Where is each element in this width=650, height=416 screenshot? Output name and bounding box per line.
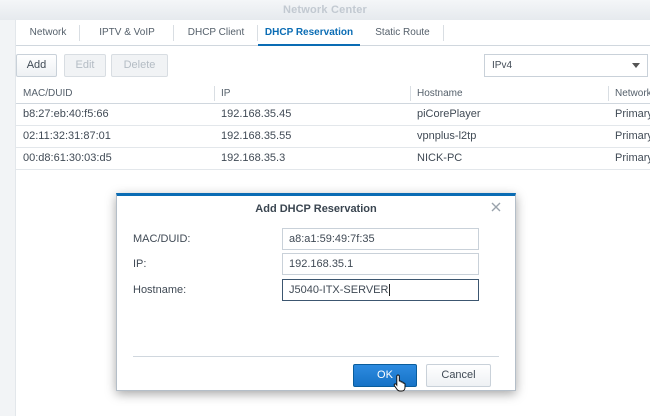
- tab-bar: Network IPTV & VoIP DHCP Client DHCP Res…: [16, 20, 650, 46]
- cell-network: Primary: [615, 130, 650, 142]
- reservation-table: MAC/DUID IP Hostname Network b8:27:eb:40…: [16, 83, 650, 173]
- table-row[interactable]: b8:27:eb:40:f5:66 192.168.35.45 piCorePl…: [16, 104, 650, 126]
- add-dhcp-reservation-dialog: Add DHCP Reservation MAC/DUID: a8:a1:59:…: [116, 193, 516, 392]
- ip-version-value: IPv4: [492, 60, 513, 71]
- cancel-button[interactable]: Cancel: [426, 364, 491, 387]
- tab-dhcp-reservation[interactable]: DHCP Reservation: [258, 20, 360, 46]
- hostname-label: Hostname:: [133, 284, 187, 296]
- window-title: Network Center: [0, 0, 650, 20]
- mac-label: MAC/DUID:: [133, 233, 191, 245]
- cell-ip: 192.168.35.3: [221, 152, 286, 164]
- cell-ip: 192.168.35.55: [221, 130, 292, 142]
- table-row[interactable]: 00:d8:61:30:03:d5 192.168.35.3 NICK-PC P…: [16, 148, 650, 170]
- table-header: MAC/DUID IP Hostname Network: [16, 83, 650, 104]
- tab-iptv-voip[interactable]: IPTV & VoIP: [80, 20, 174, 46]
- hand-cursor-icon: [393, 374, 406, 392]
- network-center-window: Network Center Network IPTV & VoIP DHCP …: [0, 0, 650, 416]
- cell-hostname: vpnplus-l2tp: [417, 130, 477, 142]
- table-row[interactable]: 02:11:32:31:87:01 192.168.35.55 vpnplus-…: [16, 126, 650, 148]
- ok-button[interactable]: OK: [353, 364, 417, 387]
- cell-hostname: piCorePlayer: [417, 108, 481, 120]
- text-cursor: [389, 284, 391, 297]
- ip-field[interactable]: 192.168.35.1: [282, 253, 479, 275]
- tab-network[interactable]: Network: [16, 20, 80, 46]
- dialog-title: Add DHCP Reservation: [255, 203, 377, 215]
- add-button[interactable]: Add: [16, 54, 57, 77]
- chevron-down-icon: [632, 63, 640, 68]
- cell-hostname: NICK-PC: [417, 152, 463, 164]
- column-header-mac[interactable]: MAC/DUID: [23, 83, 213, 104]
- cell-network: Primary: [615, 108, 650, 120]
- side-panel-edge: [0, 20, 16, 416]
- column-header-ip[interactable]: IP: [221, 83, 406, 104]
- column-header-network[interactable]: Network: [615, 83, 650, 104]
- edit-button[interactable]: Edit: [64, 54, 106, 77]
- column-divider: [410, 86, 411, 101]
- mac-field[interactable]: a8:a1:59:49:7f:35: [282, 228, 479, 250]
- column-header-hostname[interactable]: Hostname: [417, 83, 607, 104]
- cell-mac: b8:27:eb:40:f5:66: [23, 108, 109, 120]
- delete-button[interactable]: Delete: [111, 54, 168, 77]
- tab-static-route[interactable]: Static Route: [361, 20, 444, 46]
- column-divider: [608, 86, 609, 101]
- ip-label: IP:: [133, 258, 147, 270]
- close-icon[interactable]: [489, 201, 503, 215]
- cell-mac: 00:d8:61:30:03:d5: [23, 152, 112, 164]
- cell-ip: 192.168.35.45: [221, 108, 292, 120]
- column-divider: [214, 86, 215, 101]
- hostname-value: J5040-ITX-SERVER: [289, 284, 389, 296]
- cell-network: Primary: [615, 152, 650, 164]
- cell-mac: 02:11:32:31:87:01: [23, 130, 111, 142]
- dialog-divider: [133, 356, 499, 357]
- tab-dhcp-client[interactable]: DHCP Client: [174, 20, 258, 46]
- hostname-field[interactable]: J5040-ITX-SERVER: [282, 279, 479, 301]
- ip-version-select[interactable]: IPv4: [484, 54, 648, 77]
